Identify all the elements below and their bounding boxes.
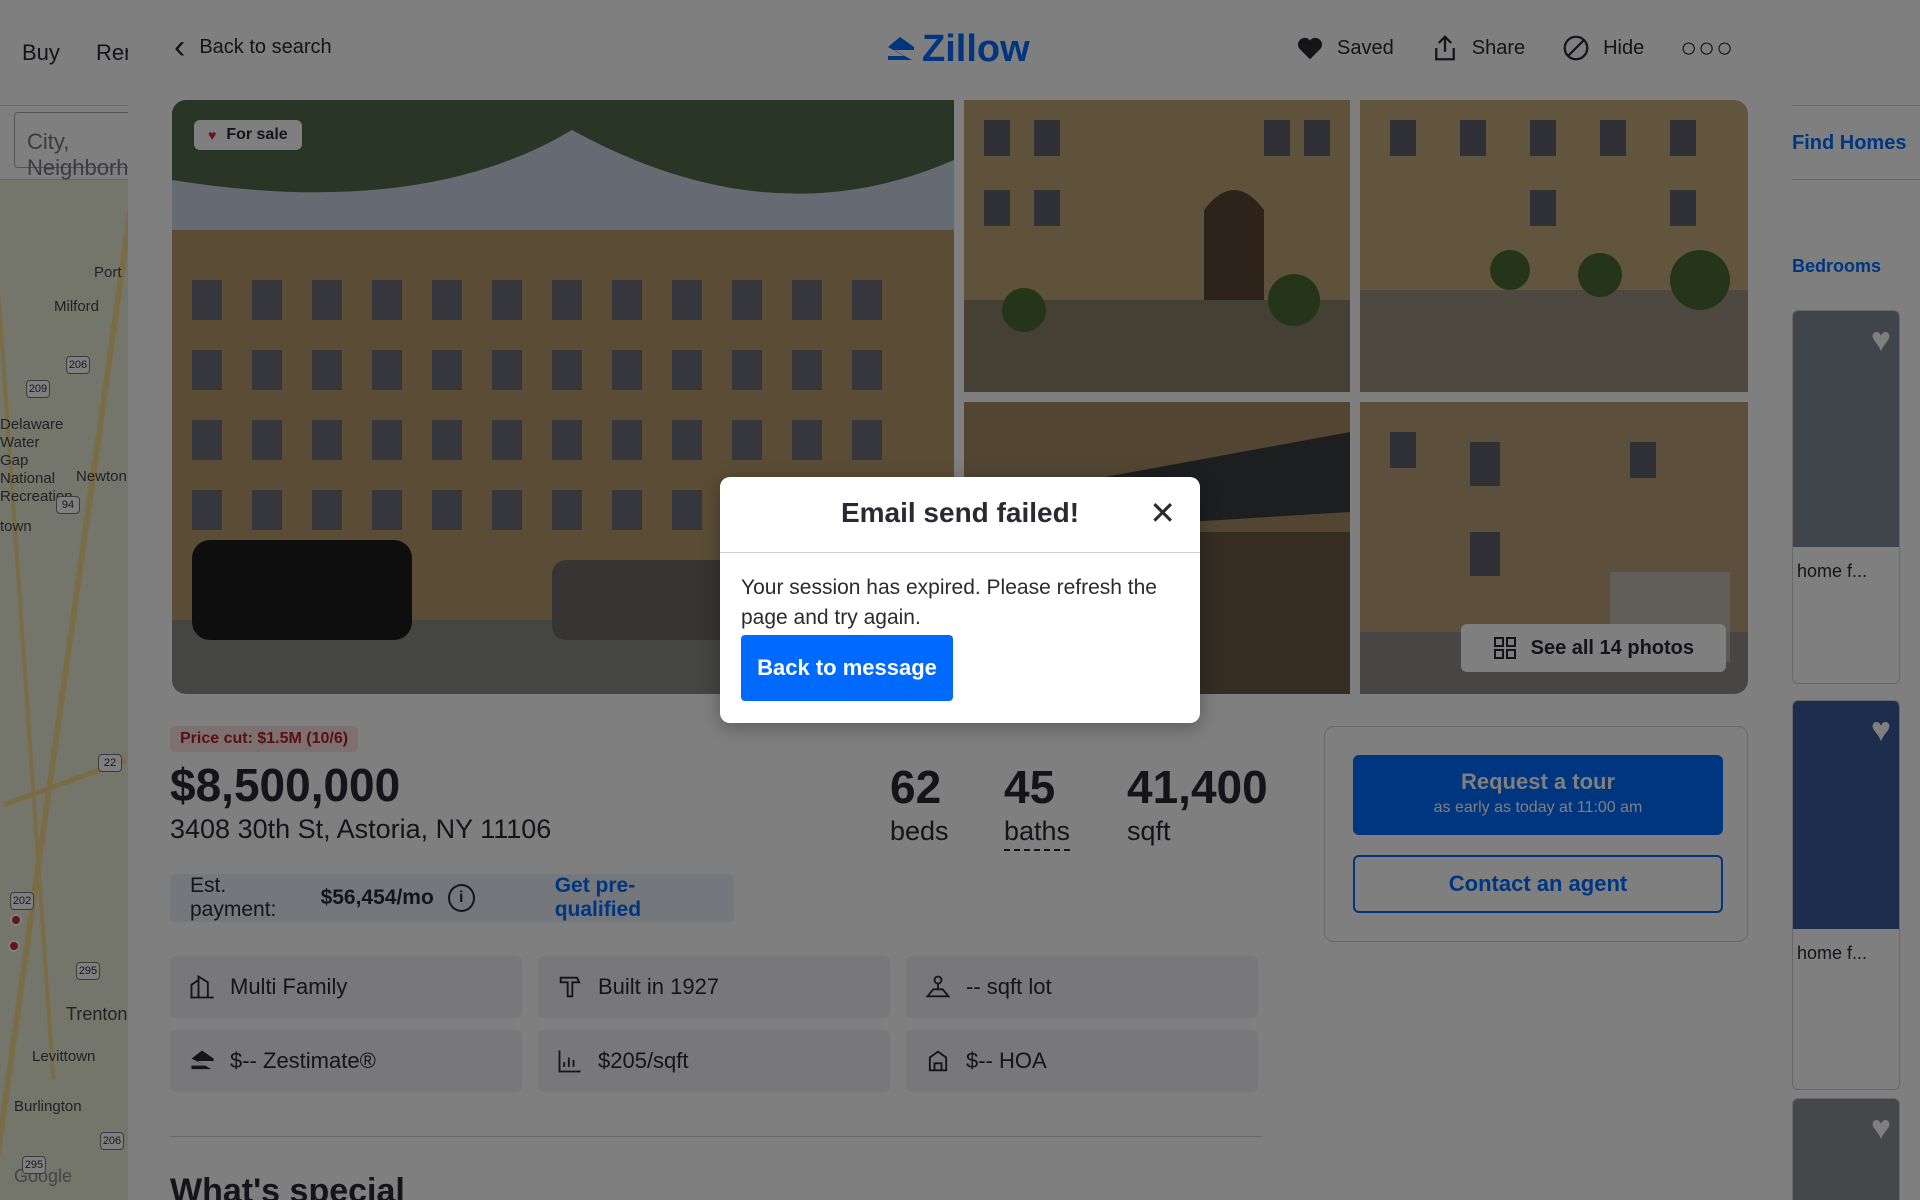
dialog-title: Email send failed! [840, 497, 1080, 528]
back-to-message-button[interactable]: Back to message [741, 635, 953, 701]
error-dialog: Email send failed! ✕ Your session has ex… [720, 477, 1200, 723]
close-icon[interactable]: ✕ [1149, 497, 1176, 529]
dialog-divider [720, 552, 1200, 553]
dialog-message: Your session has expired. Please refresh… [741, 576, 1157, 629]
